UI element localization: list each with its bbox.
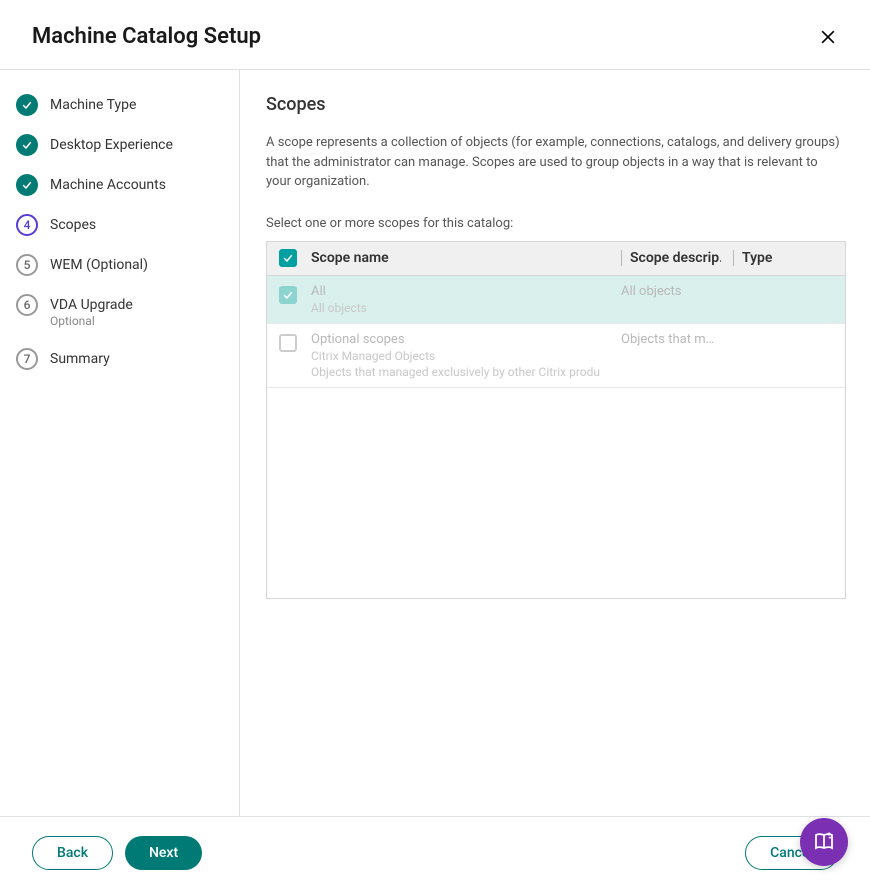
close-icon[interactable]	[818, 27, 838, 47]
dialog-title: Machine Catalog Setup	[32, 24, 261, 49]
step-pending-icon: 7	[16, 348, 38, 370]
row-sub2: Objects that managed exclusively by othe…	[311, 365, 609, 379]
column-scope-description[interactable]: Scope descrip…	[621, 250, 721, 266]
step-done-icon	[16, 94, 38, 116]
content-panel: Scopes A scope represents a collection o…	[240, 70, 870, 818]
step-label: Machine Accounts	[50, 176, 166, 194]
select-all-checkbox[interactable]	[279, 249, 297, 267]
dialog-header: Machine Catalog Setup	[0, 0, 870, 70]
step-desktop-experience[interactable]: Desktop Experience	[16, 134, 223, 156]
main-container: Machine Type Desktop Experience Machine …	[0, 70, 870, 818]
step-done-icon	[16, 174, 38, 196]
content-title: Scopes	[266, 94, 844, 115]
step-scopes[interactable]: 4 Scopes	[16, 214, 223, 236]
row-title: All	[311, 284, 609, 299]
step-machine-type[interactable]: Machine Type	[16, 94, 223, 116]
step-label: WEM (Optional)	[50, 256, 148, 274]
step-vda-upgrade[interactable]: 6 VDA Upgrade Optional	[16, 294, 223, 330]
table-row[interactable]: All All objects All objects	[267, 276, 845, 324]
row-sub: All objects	[311, 301, 609, 315]
row-description: Objects that m…	[621, 332, 721, 347]
wizard-sidebar: Machine Type Desktop Experience Machine …	[0, 70, 240, 818]
dialog-footer: Back Next Cancel	[0, 816, 870, 888]
book-sparkle-icon	[812, 830, 836, 854]
column-scope-name[interactable]: Scope name	[311, 250, 609, 266]
step-label: Summary	[50, 350, 110, 368]
table-row[interactable]: Optional scopes Citrix Managed Objects O…	[267, 324, 845, 388]
back-button[interactable]: Back	[32, 836, 113, 870]
step-machine-accounts[interactable]: Machine Accounts	[16, 174, 223, 196]
step-summary[interactable]: 7 Summary	[16, 348, 223, 370]
step-current-icon: 4	[16, 214, 38, 236]
step-wem[interactable]: 5 WEM (Optional)	[16, 254, 223, 276]
scopes-table: Scope name Scope descrip… Type All All o…	[266, 241, 846, 599]
next-button[interactable]: Next	[125, 836, 202, 870]
row-sub: Citrix Managed Objects	[311, 349, 609, 363]
step-label: VDA Upgrade	[50, 296, 133, 314]
step-sublabel: Optional	[50, 314, 133, 330]
step-label: Desktop Experience	[50, 136, 173, 154]
step-pending-icon: 6	[16, 294, 38, 316]
content-subtitle: Select one or more scopes for this catal…	[266, 216, 844, 231]
row-description: All objects	[621, 284, 721, 299]
step-label: Scopes	[50, 216, 96, 234]
table-header: Scope name Scope descrip… Type	[267, 242, 845, 276]
step-done-icon	[16, 134, 38, 156]
row-title: Optional scopes	[311, 332, 609, 347]
row-checkbox[interactable]	[279, 334, 297, 352]
row-checkbox	[279, 286, 297, 304]
content-description: A scope represents a collection of objec…	[266, 133, 844, 192]
step-label: Machine Type	[50, 96, 136, 114]
help-fab[interactable]	[800, 818, 848, 866]
step-pending-icon: 5	[16, 254, 38, 276]
column-type[interactable]: Type	[733, 250, 833, 266]
